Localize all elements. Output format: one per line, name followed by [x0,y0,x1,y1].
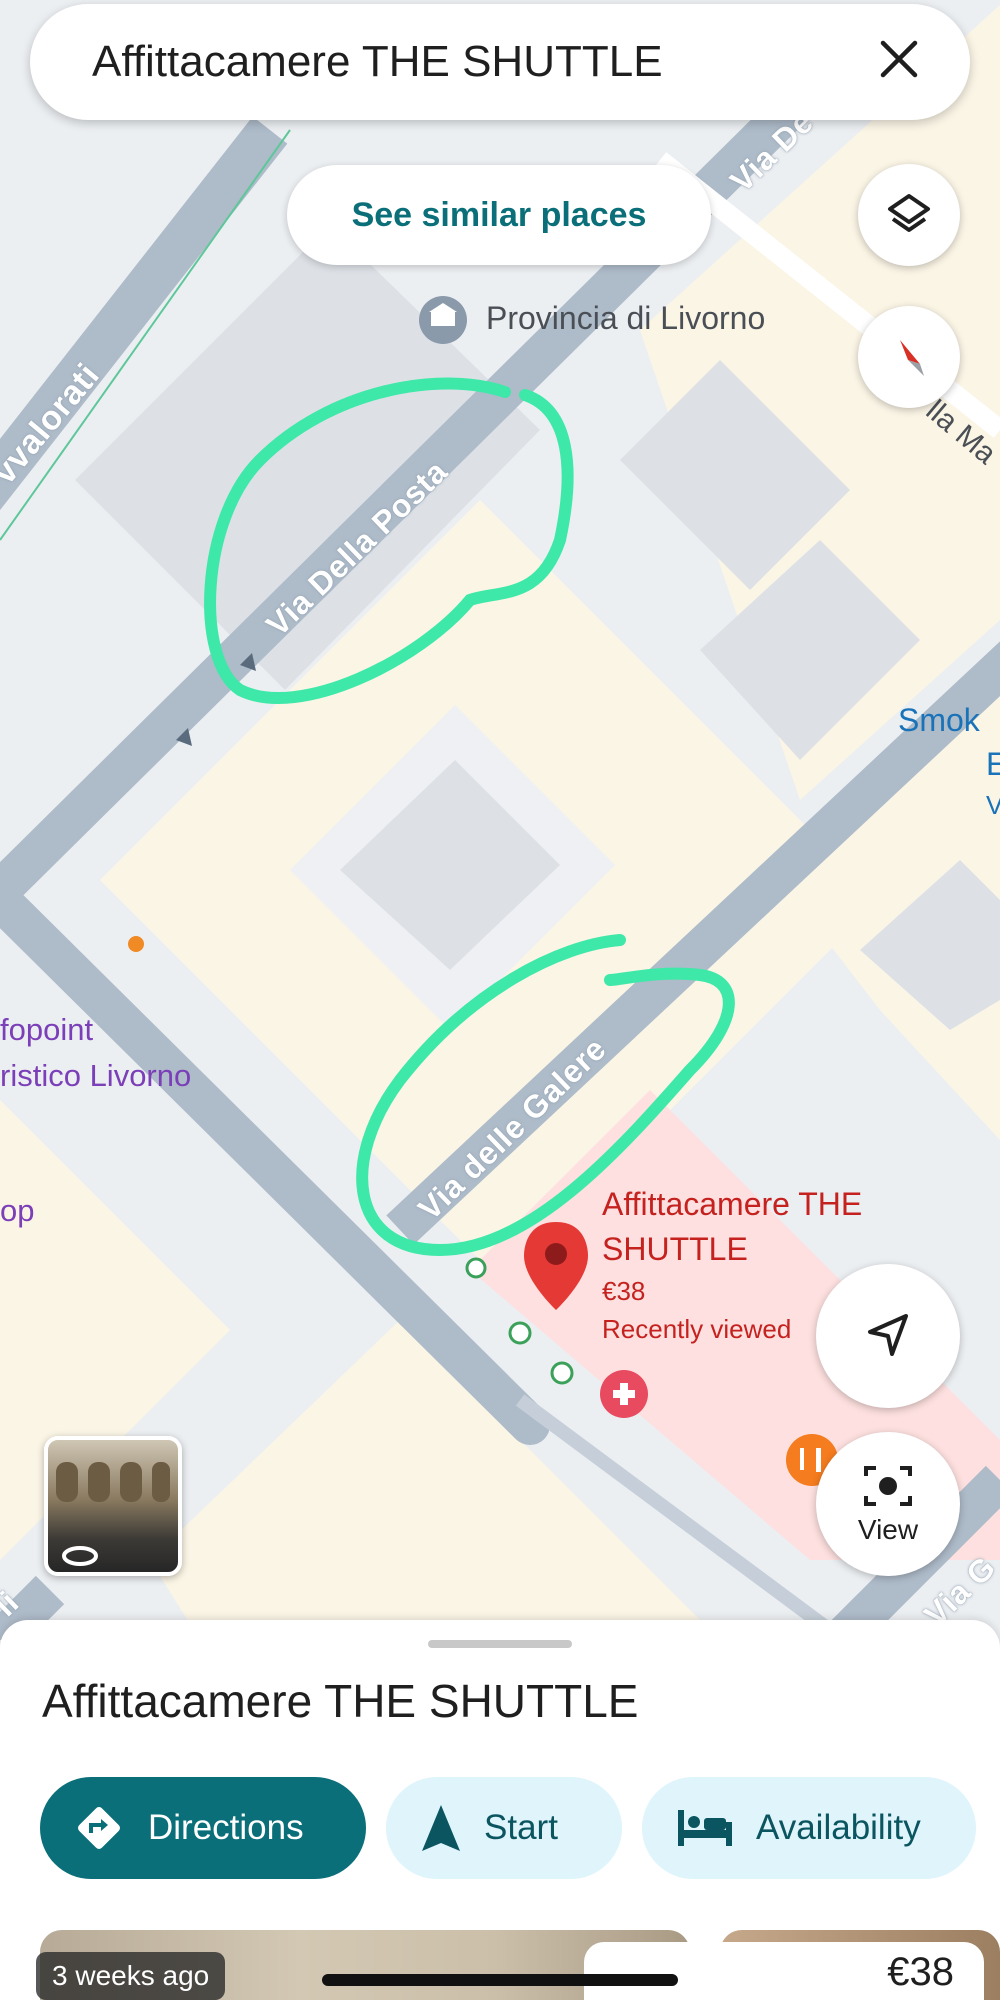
start-button[interactable]: Start [386,1777,622,1879]
transit-marker-icon [550,1361,574,1385]
poi-label-shop[interactable]: op [0,1188,34,1234]
availability-label: Availability [756,1808,921,1847]
my-location-button[interactable] [816,1264,960,1408]
see-similar-places-button[interactable]: See similar places [287,165,711,265]
view-label: View [857,1514,919,1545]
poi-label-smoke-2: E [986,746,1000,782]
search-title[interactable]: Affittacamere THE SHUTTLE [92,37,874,87]
poi-label-infopoint[interactable]: fopoint ristico Livorno [0,1007,191,1099]
compass-button[interactable] [858,306,960,408]
price-chip[interactable]: €38 [584,1942,984,2000]
place-bottom-sheet[interactable]: Affittacamere THE SHUTTLE Directions Sta… [0,1620,1000,2000]
camera-lens-icon [864,1466,912,1506]
availability-button[interactable]: Availability [642,1777,976,1879]
directions-button[interactable]: Directions [40,1777,366,1879]
transit-marker-icon [508,1321,532,1345]
price-value: €38 [887,1950,954,1994]
bed-icon [678,1810,732,1846]
transit-marker-icon [465,1257,487,1279]
sheet-drag-handle[interactable] [428,1640,572,1648]
photo-date-badge: 3 weeks ago [36,1952,226,2000]
poi-label-smoke[interactable]: Smok [898,702,980,739]
street-view-image [56,1462,170,1566]
start-label: Start [484,1808,558,1847]
selected-place-name-2: SHUTTLE [602,1231,748,1267]
place-title: Affittacamere THE SHUTTLE [42,1675,639,1727]
poi-label-infopoint-line1: fopoint [0,1012,94,1047]
home-indicator [322,1974,678,1986]
poi-label-infopoint-line2: ristico Livorno [0,1058,192,1093]
search-bar[interactable]: Affittacamere THE SHUTTLE [30,4,970,120]
orange-dot-marker [128,936,144,952]
compass-icon [900,340,924,376]
poi-label-smoke-3: V [986,790,1000,820]
navigation-arrow-icon [868,1314,908,1356]
rotate-360-icon [62,1546,98,1566]
layers-icon [888,194,930,232]
selected-place-name-1: Affittacamere THE [602,1186,863,1222]
close-icon[interactable] [874,33,924,91]
poi-label-provincia[interactable]: Provincia di Livorno [486,300,765,337]
street-view-thumbnail[interactable] [44,1436,182,1576]
layers-button[interactable] [858,164,960,266]
directions-label: Directions [148,1808,304,1847]
navigation-start-icon [422,1805,460,1851]
lens-view-button[interactable]: View [816,1432,960,1576]
directions-icon [78,1807,120,1849]
